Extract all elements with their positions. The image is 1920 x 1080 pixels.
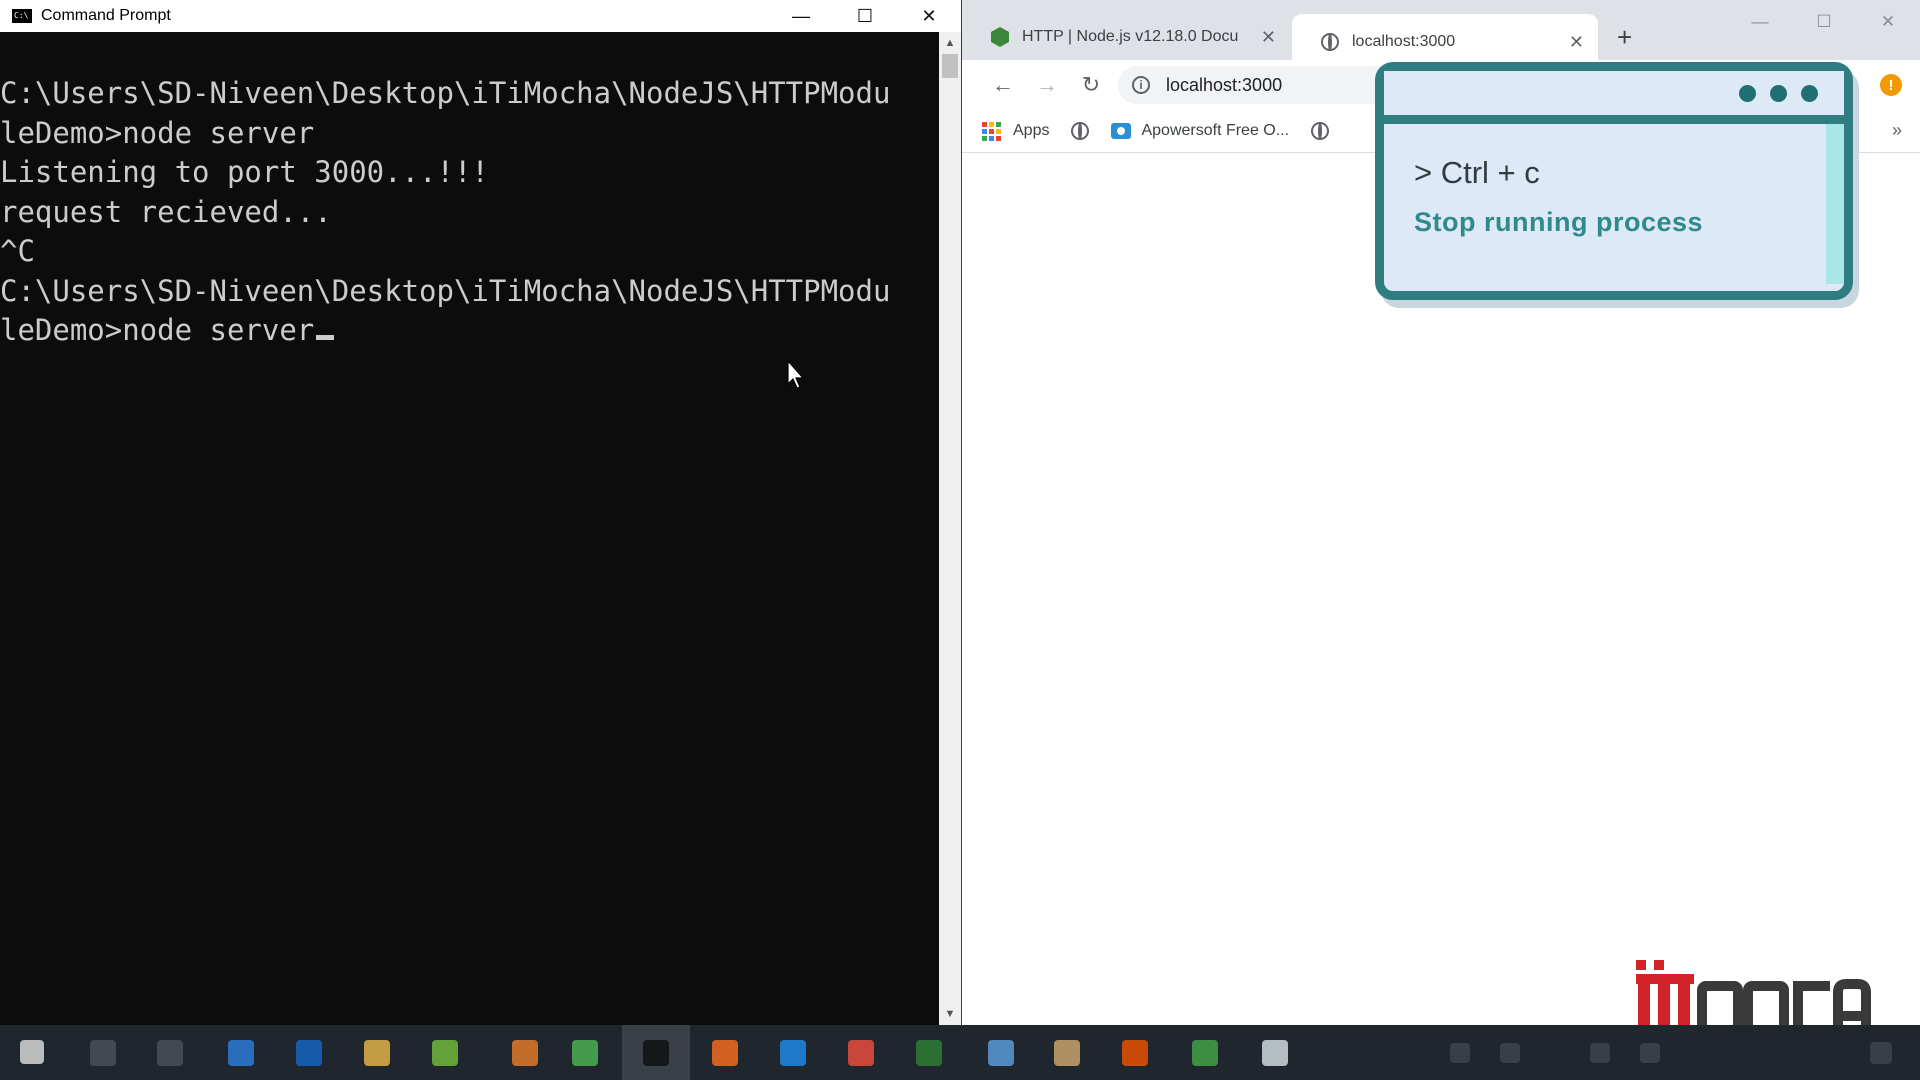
cmd-app-icon: C:\	[12, 9, 32, 23]
vscode-icon[interactable]	[780, 1040, 806, 1066]
taskbar-app-icon[interactable]	[296, 1040, 322, 1066]
scroll-up-arrow-icon[interactable]: ▲	[939, 32, 961, 54]
start-button-icon[interactable]	[20, 1040, 44, 1064]
overlay-dot-icon	[1739, 85, 1756, 102]
taskbar-app-icon[interactable]	[1192, 1040, 1218, 1066]
bookmark-apps[interactable]: Apps	[982, 121, 1050, 141]
task-view-icon[interactable]	[157, 1040, 183, 1066]
taskbar-app-icon[interactable]	[512, 1040, 538, 1066]
taskbar-app-icon[interactable]	[848, 1040, 874, 1066]
terminal-line: C:\Users\SD-Niveen\Desktop\iTiMocha\Node…	[0, 273, 891, 308]
taskbar-app-icon[interactable]	[228, 1040, 254, 1066]
overlay-accent-bar	[1826, 124, 1844, 284]
tab-close-icon[interactable]: ✕	[1261, 27, 1276, 48]
globe-icon	[1071, 122, 1090, 140]
vertical-scrollbar[interactable]: ▲ ▼	[939, 32, 961, 1025]
close-button[interactable]: ✕	[1856, 0, 1920, 44]
minimize-button[interactable]: —	[769, 0, 833, 32]
tray-icon[interactable]	[1500, 1043, 1520, 1063]
maximize-button[interactable]: ☐	[1792, 0, 1856, 44]
globe-icon	[1311, 122, 1330, 140]
reload-icon[interactable]: ↻	[1074, 68, 1108, 102]
terminal-line: request recieved...	[0, 194, 332, 229]
bookmark-globe-2[interactable]	[1311, 122, 1330, 140]
tray-icon[interactable]	[1450, 1043, 1470, 1063]
shortcut-description: Stop running process	[1414, 207, 1704, 237]
tab-title: localhost:3000	[1352, 33, 1456, 50]
cmd-titlebar[interactable]: C:\ Command Prompt — ☐ ✕	[0, 0, 961, 32]
text-cursor	[316, 335, 335, 340]
terminal-line: C:\Users\SD-Niveen\Desktop\iTiMocha\Node…	[0, 76, 891, 110]
chrome-icon[interactable]	[572, 1040, 598, 1066]
taskbar-app-icon[interactable]	[916, 1040, 942, 1066]
shortcut-command: > Ctrl + c	[1414, 155, 1540, 190]
url-text: localhost:3000	[1166, 74, 1283, 95]
scroll-thumb[interactable]	[942, 54, 958, 78]
apowersoft-icon	[1111, 123, 1132, 139]
minimize-button[interactable]: —	[1728, 0, 1792, 44]
apps-grid-icon	[982, 121, 1001, 141]
terminal-line: Listening to port 3000...!!!	[0, 155, 489, 189]
scroll-down-arrow-icon[interactable]: ▼	[939, 1003, 961, 1025]
tab-nodejs-docs[interactable]: HTTP | Node.js v12.18.0 Docu ✕	[962, 14, 1290, 60]
command-prompt-window[interactable]: C:\ Command Prompt — ☐ ✕ C:\Users\SD-Niv…	[0, 0, 962, 1025]
taskbar-app-icon[interactable]	[1054, 1040, 1080, 1066]
bookmark-apowersoft[interactable]: Apowersoft Free O...	[1111, 122, 1289, 140]
tab-close-icon[interactable]: ✕	[1569, 32, 1584, 53]
terminal-prompt-line[interactable]: leDemo>node server	[0, 311, 937, 351]
file-explorer-icon[interactable]	[364, 1040, 390, 1066]
overlay-dot-icon	[1770, 85, 1787, 102]
network-icon[interactable]	[1590, 1043, 1610, 1063]
taskbar-app-icon[interactable]	[988, 1040, 1014, 1066]
bookmarks-overflow-icon[interactable]: »	[1892, 120, 1902, 141]
notifications-icon[interactable]	[1870, 1042, 1892, 1064]
forward-arrow-icon[interactable]: →	[1030, 68, 1064, 102]
terminal-line: leDemo>node server	[0, 313, 315, 347]
mouse-pointer-icon	[787, 360, 805, 389]
tab-title: HTTP | Node.js v12.18.0 Docu	[1022, 28, 1239, 45]
taskbar-app-icon[interactable]	[1122, 1040, 1148, 1066]
terminal-line: ^C	[0, 234, 35, 268]
bookmark-label: Apowersoft Free O...	[1141, 122, 1290, 139]
info-icon[interactable]: i	[1132, 76, 1150, 94]
terminal-output[interactable]: C:\Users\SD-Niveen\Desktop\iTiMocha\Node…	[0, 32, 937, 1025]
close-button[interactable]: ✕	[897, 0, 961, 32]
overlay-header	[1384, 71, 1844, 124]
bookmark-globe[interactable]	[1071, 122, 1090, 140]
nodejs-hex-icon	[990, 27, 1010, 47]
taskbar-app-icon[interactable]	[712, 1040, 738, 1066]
cmd-title: Command Prompt	[41, 7, 171, 24]
back-arrow-icon[interactable]: ←	[986, 68, 1020, 102]
taskbar-app-icon[interactable]	[432, 1040, 458, 1066]
taskbar-app-icon[interactable]	[1262, 1040, 1288, 1066]
update-alert-icon[interactable]: !	[1880, 74, 1902, 96]
cmd-taskbar-icon[interactable]	[643, 1040, 669, 1066]
terminal-line: leDemo>node server	[0, 115, 315, 150]
search-icon[interactable]	[90, 1040, 116, 1066]
globe-icon	[1320, 32, 1340, 52]
maximize-button[interactable]: ☐	[833, 0, 897, 32]
volume-icon[interactable]	[1640, 1043, 1660, 1063]
bookmark-label: Apps	[1013, 122, 1050, 139]
taskbar	[0, 1025, 1920, 1080]
new-tab-button[interactable]: +	[1617, 22, 1632, 53]
shortcut-overlay-card: > Ctrl + c Stop running process	[1375, 62, 1853, 300]
overlay-dot-icon	[1801, 85, 1818, 102]
